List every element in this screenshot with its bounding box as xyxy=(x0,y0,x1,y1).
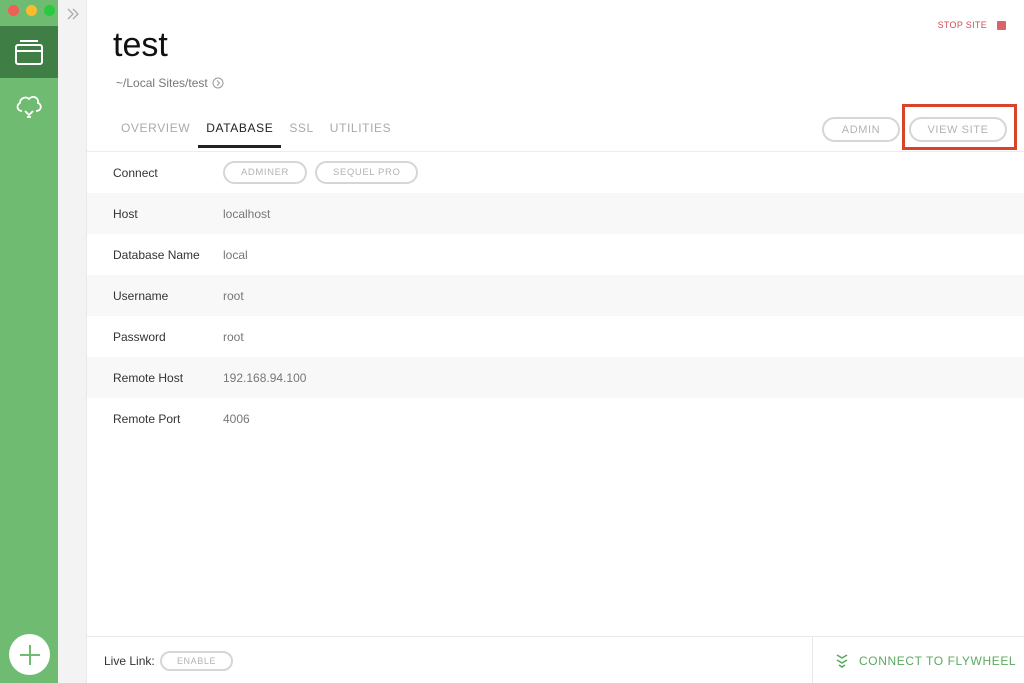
enable-live-link-button[interactable]: ENABLE xyxy=(160,651,233,671)
stop-square-icon xyxy=(997,20,1006,30)
database-name-value: local xyxy=(223,247,248,262)
adminer-button[interactable]: ADMINER xyxy=(223,161,308,184)
footer-bar: Live Link: ENABLE CONNECT TO FLYWHEEL xyxy=(87,636,1024,683)
view-site-button[interactable]: VIEW SITE xyxy=(909,117,1007,142)
stop-site-label: STOP SITE xyxy=(937,20,987,30)
list-item: Remote Host 192.168.94.100 xyxy=(87,357,1024,398)
tab-bar: OVERVIEW DATABASE SSL UTILITIES xyxy=(113,111,399,148)
sidebar-gutter xyxy=(58,0,87,683)
connect-flywheel-button[interactable]: CONNECT TO FLYWHEEL xyxy=(812,637,1024,683)
list-item: Host localhost xyxy=(87,193,1024,234)
add-site-button[interactable] xyxy=(9,634,50,675)
row-label: Host xyxy=(113,206,138,221)
double-chevron-right-icon[interactable] xyxy=(66,7,80,21)
list-item: Remote Port 4006 xyxy=(87,398,1024,439)
list-item: Database Name local xyxy=(87,234,1024,275)
remote-host-value: 192.168.94.100 xyxy=(223,370,307,385)
site-title: test xyxy=(113,26,168,64)
close-window-button[interactable] xyxy=(8,5,19,16)
plus-icon xyxy=(19,644,40,665)
minimize-window-button[interactable] xyxy=(26,5,37,16)
remote-port-value: 4006 xyxy=(223,411,250,426)
stop-site-button[interactable]: STOP SITE xyxy=(938,20,1006,30)
list-item: Password root xyxy=(87,316,1024,357)
cloud-icon xyxy=(16,96,42,118)
connect-flywheel-label: CONNECT TO FLYWHEEL xyxy=(859,653,1017,668)
row-label: Remote Port xyxy=(113,411,181,426)
row-label: Remote Host xyxy=(113,370,184,385)
list-item: Username root xyxy=(87,275,1024,316)
password-value: root xyxy=(223,329,244,344)
row-label: Connect xyxy=(113,165,158,180)
username-value: root xyxy=(223,288,244,303)
row-label: Password xyxy=(113,329,166,344)
tab-ssl[interactable]: SSL xyxy=(281,111,321,148)
flywheel-icon xyxy=(836,653,848,668)
sidebar xyxy=(0,0,58,683)
live-link-label: Live Link: xyxy=(104,654,155,668)
tab-overview[interactable]: OVERVIEW xyxy=(113,111,198,148)
sidebar-item-cloud[interactable] xyxy=(0,80,58,132)
list-item: Connect ADMINER SEQUEL PRO xyxy=(87,152,1024,193)
tab-database[interactable]: DATABASE xyxy=(198,111,282,148)
database-info-list: Connect ADMINER SEQUEL PRO Host localhos… xyxy=(87,152,1024,439)
site-path[interactable]: ~/Local Sites/test xyxy=(116,76,224,90)
zoom-window-button[interactable] xyxy=(44,5,55,16)
admin-button[interactable]: ADMIN xyxy=(822,117,900,142)
local-app-window: test ~/Local Sites/test STOP SITE OVERVI… xyxy=(0,0,1024,683)
host-value: localhost xyxy=(223,206,271,221)
window-controls xyxy=(8,5,55,16)
sequel-pro-button[interactable]: SEQUEL PRO xyxy=(315,161,419,184)
row-label: Username xyxy=(113,288,169,303)
connect-buttons: ADMINER SEQUEL PRO xyxy=(223,161,419,184)
row-label: Database Name xyxy=(113,247,200,262)
tab-utilities[interactable]: UTILITIES xyxy=(322,111,399,148)
circle-arrow-right-icon[interactable] xyxy=(212,77,224,89)
site-path-text: ~/Local Sites/test xyxy=(116,76,208,90)
sites-icon xyxy=(15,40,43,65)
sidebar-item-sites[interactable] xyxy=(0,26,58,78)
